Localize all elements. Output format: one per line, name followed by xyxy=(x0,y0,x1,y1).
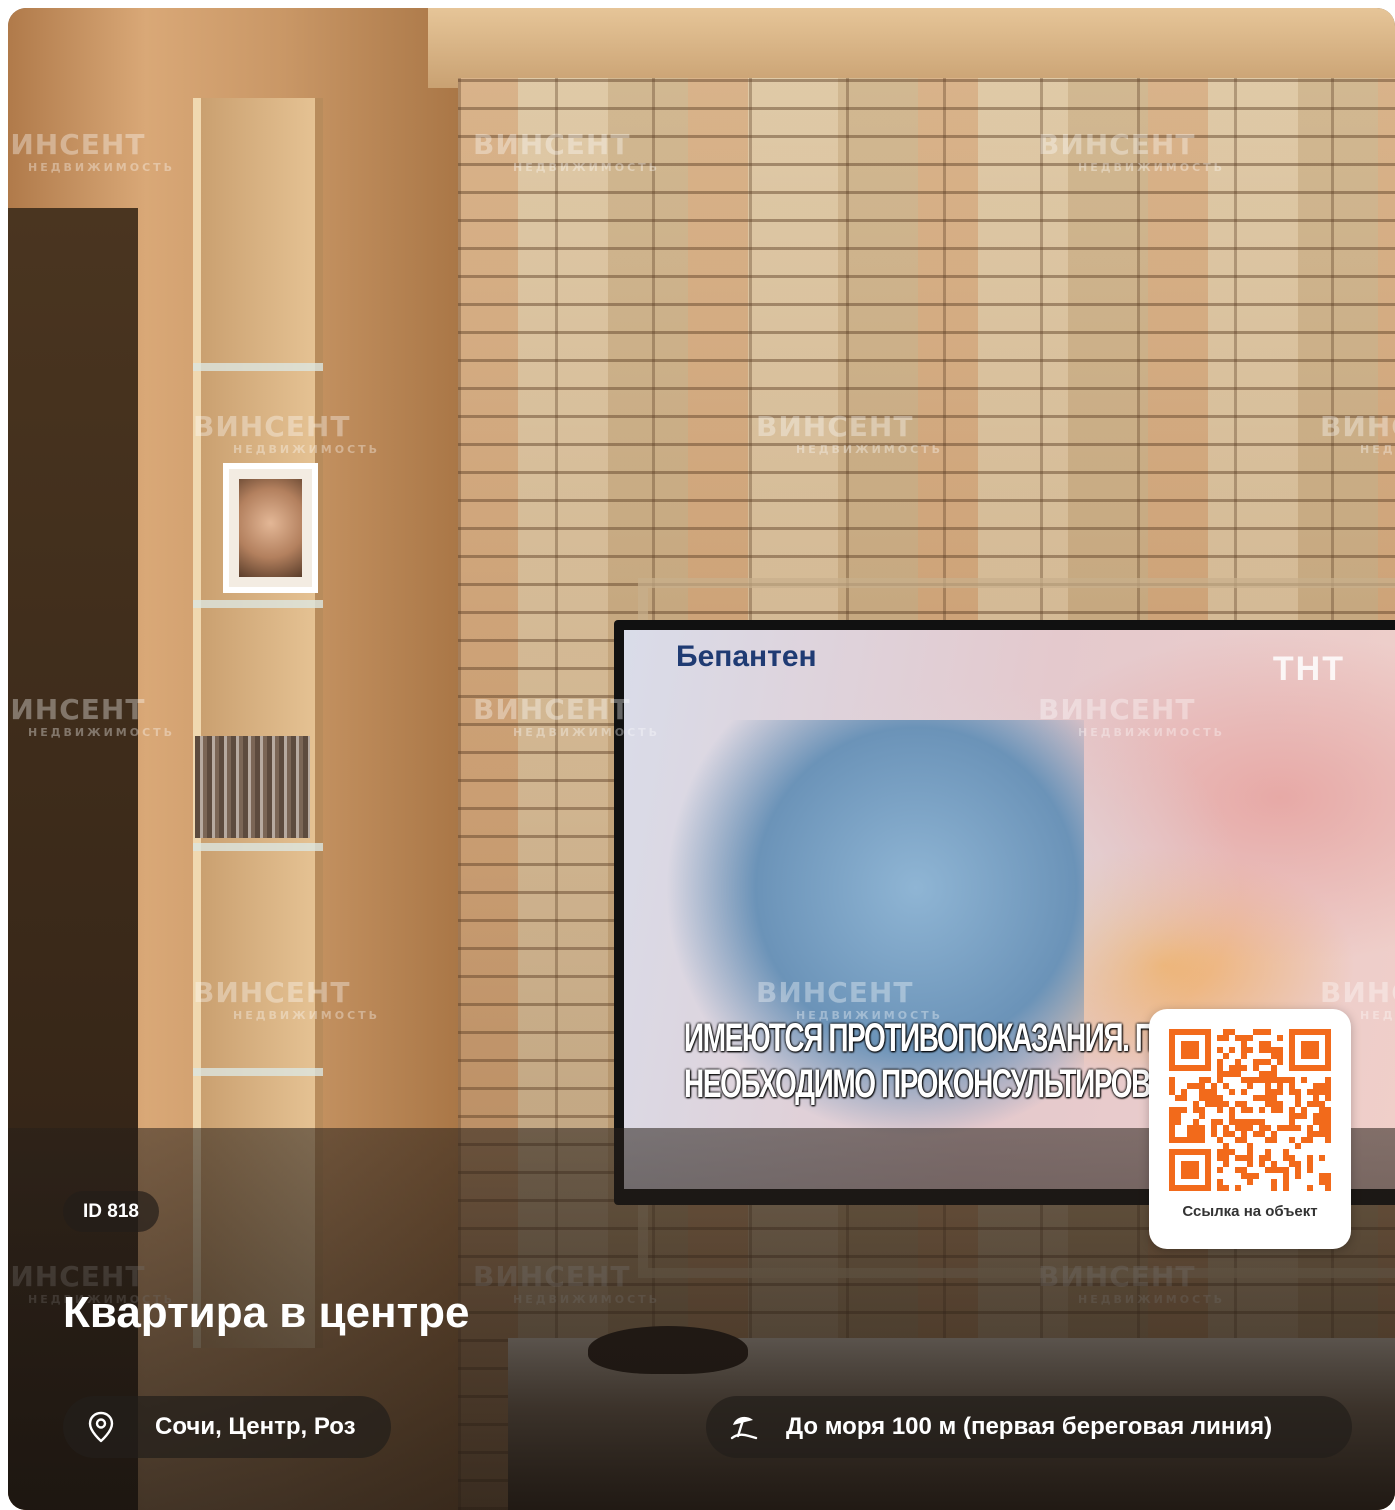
tv-channel-logo: ТНТ xyxy=(1272,650,1345,688)
sea-distance-text: До моря 100 м (первая береговая линия) xyxy=(786,1413,1273,1440)
watermark: ВИНСЕНТНЕДВИЖИМОСТЬ xyxy=(473,693,661,739)
qr-code-card[interactable]: Ссылка на объект xyxy=(1149,1009,1351,1249)
tv-subtitles: ИМЕЮТСЯ ПРОТИВОПОКАЗАНИЯ. ПЕРЕД ПР НЕОБХ… xyxy=(684,1016,1328,1106)
cd-rack xyxy=(195,736,310,838)
watermark: ВИНСЕНТНЕДВИЖИМОСТЬ xyxy=(756,410,944,456)
watermark: ВИНСЕНТНЕДВИЖИМОСТЬ xyxy=(193,976,381,1022)
qr-caption: Ссылка на объект xyxy=(1182,1203,1318,1220)
photo-frame xyxy=(223,463,318,593)
listing-card[interactable]: Бепантен ТНТ ИМЕЮТСЯ ПРОТИВОПОКАЗАНИЯ. П… xyxy=(8,8,1395,1510)
watermark: ВИНСЕНТНЕДВИЖИМОСТЬ xyxy=(1038,693,1226,739)
location-chip: Сочи, Центр, Роз xyxy=(63,1396,391,1458)
beach-umbrella-icon xyxy=(724,1407,764,1447)
map-pin-icon xyxy=(81,1407,121,1447)
watermark: ВИНСЕНТНЕДВИЖИМОСТЬ xyxy=(756,976,944,1022)
location-text: Сочи, Центр, Роз xyxy=(155,1413,356,1440)
listing-title[interactable]: Квартира в центре xyxy=(63,1288,470,1338)
watermark: ВИНСЕНТНЕДВИЖИМОСТЬ xyxy=(473,128,661,174)
watermark: ВИНСЕНТНЕДВИЖИМОСТЬ xyxy=(193,410,381,456)
sea-distance-chip: До моря 100 м (первая береговая линия) xyxy=(706,1396,1352,1458)
tv-brand-text: Бепантен xyxy=(676,640,817,673)
id-badge: ID 818 xyxy=(63,1191,159,1232)
watermark: ВИНСЕНТНЕДВИЖИМОСТЬ xyxy=(8,693,176,739)
watermark: ВИНСЕНТНЕДВИЖИМОСТЬ xyxy=(8,128,176,174)
qr-code[interactable] xyxy=(1169,1029,1331,1191)
watermark: ВИНСЕНТНЕДВИЖИМОСТЬ xyxy=(1320,410,1395,456)
watermark: ВИНСЕНТНЕДВИЖИМОСТЬ xyxy=(1038,128,1226,174)
